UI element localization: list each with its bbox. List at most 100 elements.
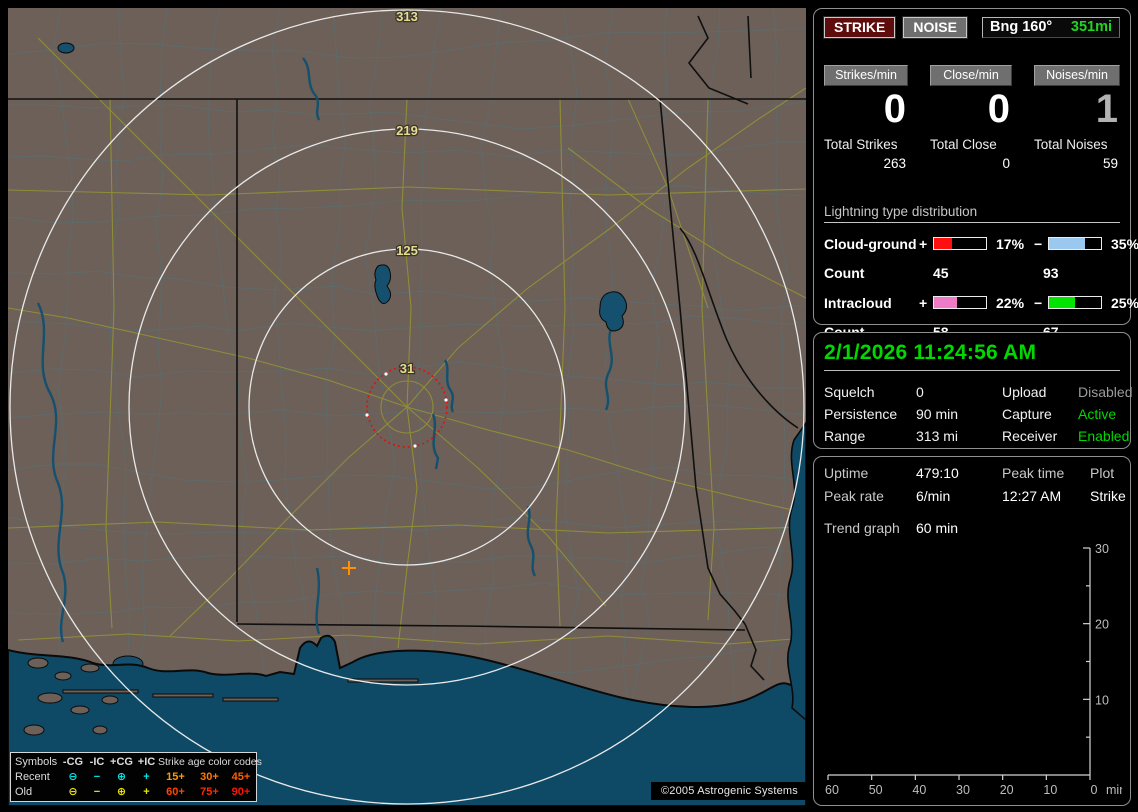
- close-per-min-column: Close/min 0 Total Close 0: [930, 65, 1012, 171]
- svg-text:60: 60: [825, 783, 839, 797]
- range-setting-label: Range: [824, 428, 866, 444]
- age-15: 15+: [166, 770, 185, 783]
- plot-label: Plot: [1090, 465, 1115, 481]
- neg-ic-recent-icon: −: [93, 770, 101, 783]
- minus-sign: −: [1034, 294, 1043, 311]
- neg-cg-count: 93: [1043, 264, 1059, 281]
- svg-text:10: 10: [1043, 783, 1057, 797]
- pos-ic-bar: [933, 296, 987, 310]
- pos-cg-old-icon: ⊕: [116, 786, 127, 798]
- legend-col-pos-ic: +IC: [137, 755, 156, 768]
- neg-ic-pct: 25%: [1111, 294, 1138, 311]
- minus-sign: −: [1034, 235, 1043, 252]
- close-per-min-value: 0: [987, 87, 1010, 131]
- bearing-value: Bng 160°: [990, 19, 1053, 35]
- strikes-per-min-column: Strikes/min 0 Total Strikes 263: [824, 65, 908, 171]
- neg-cg-pct: 35%: [1111, 235, 1138, 252]
- total-noises-value: 59: [1102, 155, 1118, 171]
- ring-label-313: 313: [396, 9, 418, 24]
- pos-ic-pct: 22%: [996, 294, 1025, 311]
- neg-cg-bar: [1048, 237, 1102, 251]
- age-45: 45+: [231, 770, 251, 783]
- pos-cg-recent-icon: ⊕: [116, 771, 127, 783]
- svg-text:10: 10: [1095, 693, 1109, 707]
- current-datetime: 2/1/2026 11:24:56 AM: [824, 340, 1120, 371]
- ring-label-219: 219: [396, 123, 418, 138]
- strike-stats-panel: STRIKE NOISE Bng 160° 351mi Strikes/min …: [813, 8, 1138, 340]
- count-label: Count: [824, 264, 865, 281]
- close-per-min-label: Close/min: [930, 65, 1012, 86]
- session-trend-panel: Uptime 479:10 Peak time Plot Peak rate 6…: [813, 456, 1131, 806]
- peak-time-value: 12:27 AM: [1002, 488, 1062, 504]
- receiver-status: Enabled: [1078, 428, 1130, 444]
- trend-window-value: 60 min: [916, 520, 959, 536]
- trend-graph: 60 50 40 30 20 10 0 min 30 20 10: [825, 542, 1122, 797]
- age-30: 30+: [200, 770, 219, 783]
- age-60: 60+: [166, 785, 185, 798]
- legend-row-recent-label: Recent: [15, 770, 50, 783]
- capture-label: Capture: [1002, 406, 1052, 422]
- legend-row-old-label: Old: [15, 785, 33, 798]
- pos-ic-recent-icon: +: [143, 770, 150, 783]
- pos-cg-bar: [933, 237, 987, 251]
- map-canvas: 313 219 125 31: [8, 8, 806, 806]
- cloud-ground-row: Cloud-ground + 17% − 35%: [824, 234, 1138, 254]
- total-strikes-label: Total Strikes: [824, 136, 898, 152]
- time-settings-panel: 2/1/2026 11:24:56 AM Squelch 0 Upload Di…: [813, 332, 1133, 449]
- legend-age-header: Strike age color codes: [158, 755, 262, 768]
- svg-text:40: 40: [912, 783, 926, 797]
- neg-ic-bar: [1048, 296, 1102, 310]
- noises-per-min-value: 1: [1095, 87, 1118, 131]
- total-close-value: 0: [1002, 155, 1010, 171]
- squelch-value: 0: [916, 384, 924, 400]
- noises-per-min-column: Noises/min 1 Total Noises 59: [1034, 65, 1120, 171]
- age-90: 90+: [231, 785, 251, 798]
- intracloud-label: Intracloud: [824, 294, 892, 311]
- range-value: 351mi: [1070, 19, 1112, 35]
- capture-status: Active: [1078, 406, 1117, 422]
- cloud-ground-label: Cloud-ground: [824, 235, 917, 252]
- peak-time-label: Peak time: [1002, 465, 1065, 481]
- persistence-label: Persistence: [824, 406, 898, 422]
- svg-text:20: 20: [1095, 618, 1109, 632]
- uptime-value: 479:10: [916, 465, 959, 481]
- svg-text:30: 30: [956, 783, 970, 797]
- svg-text:50: 50: [869, 783, 883, 797]
- persistence-value: 90 min: [916, 406, 959, 422]
- svg-text:0: 0: [1091, 783, 1098, 797]
- range-setting-value: 313 mi: [916, 428, 959, 444]
- legend-col-neg-ic: -IC: [89, 755, 105, 768]
- ring-label-125: 125: [396, 243, 418, 258]
- strike-toggle-button[interactable]: STRIKE: [824, 17, 896, 38]
- bearing-range-display: Bng 160° 351mi: [982, 17, 1120, 38]
- map-legend: Symbols -CG -IC +CG +IC Strike age color…: [10, 752, 262, 802]
- svg-text:20: 20: [1000, 783, 1014, 797]
- cloud-ground-count-row: Count 45 93: [824, 264, 1120, 282]
- receiver-label: Receiver: [1002, 428, 1058, 444]
- svg-text:min: min: [1106, 783, 1122, 797]
- upload-label: Upload: [1002, 384, 1047, 400]
- pos-ic-old-icon: +: [143, 785, 150, 798]
- legend-col-pos-cg: +CG: [110, 755, 133, 768]
- total-close-label: Total Close: [930, 136, 997, 152]
- total-strikes-value: 263: [883, 155, 906, 171]
- squelch-label: Squelch: [824, 384, 875, 400]
- uptime-label: Uptime: [824, 465, 869, 481]
- noise-toggle-button[interactable]: NOISE: [903, 17, 967, 38]
- legend-col-neg-cg: -CG: [62, 755, 84, 768]
- copyright-text: ©2005 Astrogenic Systems: [650, 782, 806, 800]
- plus-sign: +: [919, 235, 928, 252]
- upload-status: Disabled: [1078, 384, 1133, 400]
- peak-rate-value: 6/min: [916, 488, 951, 504]
- plus-sign: +: [919, 294, 928, 311]
- svg-text:30: 30: [1095, 542, 1109, 556]
- neg-cg-old-icon: ⊖: [68, 786, 78, 798]
- ring-label-31: 31: [400, 361, 414, 376]
- strikes-per-min-value: 0: [883, 87, 906, 131]
- lightning-map[interactable]: 313 219 125 31 Symbols -CG -IC +CG +IC S…: [8, 8, 806, 806]
- strikes-per-min-label: Strikes/min: [824, 65, 908, 86]
- total-noises-label: Total Noises: [1034, 136, 1108, 152]
- pos-cg-pct: 17%: [996, 235, 1025, 252]
- pos-cg-count: 45: [933, 264, 949, 281]
- neg-ic-old-icon: −: [93, 785, 101, 798]
